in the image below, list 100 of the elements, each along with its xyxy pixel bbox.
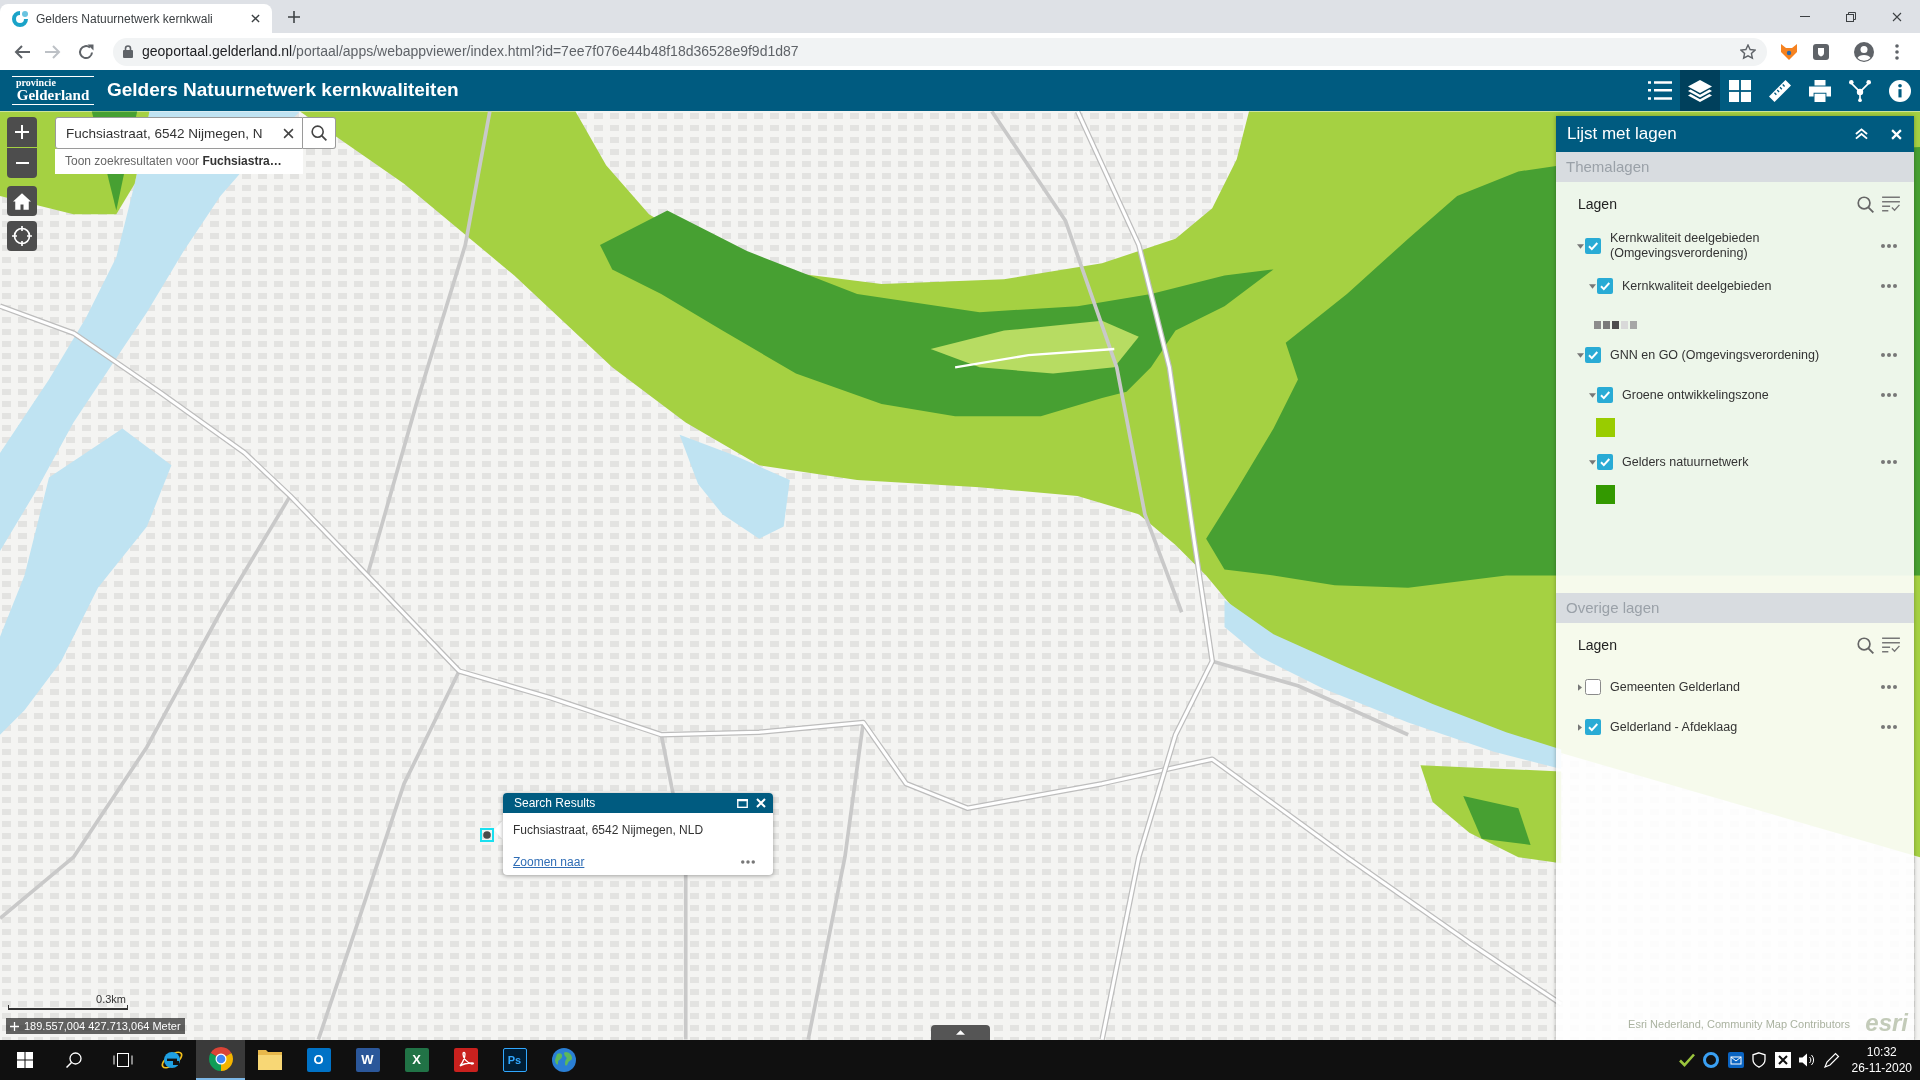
- fox-head-icon[interactable]: [1781, 43, 1797, 60]
- windows-logo-icon: [16, 1052, 33, 1068]
- taskbar-app-button[interactable]: [196, 1040, 245, 1080]
- task-view-icon: [112, 1052, 133, 1068]
- coordinates-text: 189.557,004 427.713,064 Meter: [24, 1018, 181, 1034]
- x-box-icon[interactable]: [1774, 1052, 1791, 1068]
- plus-icon: [10, 1021, 19, 1031]
- layer-checkbox[interactable]: [1597, 387, 1613, 403]
- result-address: Fuchsiastraat, 6542 Nijmegen, NLD: [513, 823, 705, 837]
- speaker-icon[interactable]: [1799, 1052, 1815, 1068]
- layer-checkbox[interactable]: [1585, 238, 1601, 254]
- minus-icon: [15, 162, 29, 164]
- search-button[interactable]: [303, 117, 336, 149]
- caret-up-icon: [956, 1030, 965, 1035]
- layers-icon: [1688, 79, 1712, 102]
- layer-name: Gelderland - Afdeklaag: [1610, 719, 1739, 735]
- maximize-icon[interactable]: [737, 798, 748, 808]
- check-icon[interactable]: [1678, 1052, 1695, 1068]
- clock-time: 10:32: [1866, 1044, 1897, 1060]
- layer-checkbox[interactable]: [1585, 719, 1601, 735]
- checklist-icon[interactable]: [1882, 196, 1900, 212]
- more-options-icon[interactable]: [1881, 353, 1897, 357]
- section-title: Overige lagen: [1556, 593, 1914, 623]
- caret-down-icon[interactable]: [1588, 459, 1596, 465]
- address-bar[interactable]: geoportaal.gelderland.nl/portaal/apps/webappviewer/index.html?id=7ee7f076e44b48f18d36528e9f9d1d87: [113, 37, 1767, 66]
- logo-small-text: provincie: [12, 76, 94, 88]
- pen-icon[interactable]: [1823, 1052, 1840, 1068]
- double-chevron-up-icon[interactable]: [1855, 128, 1868, 140]
- profile-icon[interactable]: [1854, 41, 1874, 62]
- menu-icon[interactable]: [1895, 43, 1899, 60]
- more-options-icon[interactable]: [1881, 393, 1897, 397]
- network-icon: [1849, 79, 1871, 102]
- caret-down-icon[interactable]: [1588, 283, 1596, 289]
- restore-icon[interactable]: [1846, 11, 1856, 22]
- caret-down-icon[interactable]: [1576, 352, 1584, 358]
- zoom-to-link[interactable]: Zoomen naar: [513, 855, 585, 869]
- reload-icon[interactable]: [78, 43, 94, 60]
- back-arrow-icon[interactable]: [14, 43, 30, 60]
- more-options-icon[interactable]: [1881, 725, 1897, 729]
- browser-tab[interactable]: Gelders Natuurnetwerk kernkwali: [0, 4, 272, 33]
- mail-tile-icon[interactable]: [1727, 1052, 1744, 1068]
- layers-tool-button[interactable]: [1680, 70, 1720, 111]
- layer-name: Kernkwaliteit deelgebieden: [1622, 278, 1773, 294]
- app-title: Gelders Natuurnetwerk kernkwaliteiten: [107, 78, 459, 103]
- crosshair-icon: [12, 226, 32, 246]
- checklist-icon[interactable]: [1882, 637, 1900, 653]
- more-options-icon[interactable]: [1881, 284, 1897, 288]
- layer-name: Kernkwaliteit deelgebieden (Omgevingsverordening): [1610, 231, 1761, 261]
- document-tile-icon: [453, 1048, 478, 1072]
- layer-checkbox[interactable]: [1585, 679, 1601, 695]
- caret-right-icon[interactable]: [1578, 723, 1582, 731]
- caret-down-icon[interactable]: [1576, 243, 1584, 249]
- ruler-icon: [1769, 79, 1791, 102]
- caret-down-icon[interactable]: [1588, 392, 1596, 398]
- popup-title: Search Results: [514, 795, 597, 812]
- zoom-in-button[interactable]: [7, 117, 37, 147]
- caret-right-icon[interactable]: [1578, 683, 1582, 691]
- more-options-icon[interactable]: [1881, 460, 1897, 464]
- section-title: Themalagen: [1556, 152, 1914, 182]
- globe-icon: [551, 1048, 576, 1072]
- map-attribution: Esri Nederland, Community Map Contributors: [1628, 1016, 1850, 1032]
- close-icon[interactable]: [283, 127, 294, 139]
- logo-wordmark: esri: [1865, 1010, 1908, 1036]
- layer-checkbox[interactable]: [1597, 278, 1613, 294]
- location-marker-icon[interactable]: [480, 828, 494, 842]
- more-options-icon[interactable]: [741, 860, 755, 864]
- star-icon[interactable]: [1740, 43, 1756, 60]
- panel-title: Lijst met lagen: [1567, 123, 1678, 146]
- layer-name: GNN en GO (Omgevingsverordening): [1610, 347, 1821, 363]
- close-icon[interactable]: [251, 14, 260, 23]
- zoom-out-button[interactable]: [7, 148, 37, 178]
- search-icon[interactable]: [1857, 636, 1874, 654]
- home-icon: [13, 192, 31, 210]
- logo-wordmark: Gelderland: [12, 88, 94, 105]
- layer-name: Gelders natuurnetwerk: [1622, 454, 1750, 470]
- more-options-icon[interactable]: [1881, 685, 1897, 689]
- home-button[interactable]: [7, 186, 37, 216]
- round-browser-icon: [208, 1047, 233, 1071]
- more-options-icon[interactable]: [1881, 244, 1897, 248]
- search-suggestion[interactable]: Toon zoekresultaten voor Fuchsiastra…: [55, 149, 303, 174]
- taskbar-app-button[interactable]: Ps: [490, 1040, 539, 1080]
- shield-icon[interactable]: [1752, 1052, 1766, 1068]
- search-field[interactable]: Fuchsiastraat, 6542 Nijmegen, N: [55, 117, 303, 149]
- taskbar-app-button[interactable]: O: [294, 1040, 343, 1080]
- panel-toggle-button[interactable]: [931, 1025, 990, 1040]
- layer-checkbox[interactable]: [1585, 347, 1601, 363]
- ring-icon[interactable]: [1703, 1052, 1719, 1068]
- plus-icon[interactable]: [288, 10, 300, 23]
- layer-name: Groene ontwikkelingszone: [1622, 387, 1770, 403]
- search-icon[interactable]: [1857, 195, 1874, 213]
- taskbar-app-button[interactable]: X: [392, 1040, 441, 1080]
- clock-date: 26-11-2020: [1851, 1060, 1912, 1076]
- layer-checkbox[interactable]: [1597, 454, 1613, 470]
- search-icon: [311, 125, 327, 141]
- printer-icon: [1809, 79, 1831, 102]
- close-icon[interactable]: [1892, 11, 1902, 22]
- shield-icon[interactable]: [1813, 43, 1829, 60]
- locate-button[interactable]: [7, 221, 37, 251]
- url-text: geoportaal.gelderland.nl/portaal/apps/webappviewer/index.html?id=7ee7f076e44b48f18d36528e9f9d1d87: [142, 42, 800, 61]
- taskbar-app-button[interactable]: W: [343, 1040, 392, 1080]
